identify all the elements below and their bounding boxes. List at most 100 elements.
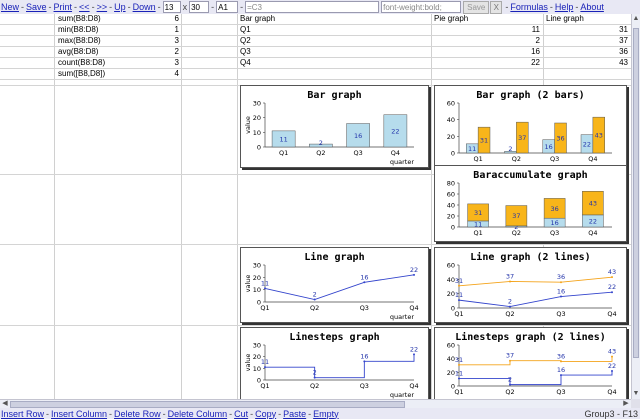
close-button[interactable]: X (490, 0, 503, 14)
point-value-label: 43 (608, 348, 616, 356)
cell-address-input[interactable] (216, 1, 239, 13)
value-cell[interactable]: 43 (560, 58, 628, 68)
column-divider (181, 14, 182, 399)
header-cell[interactable]: Line graph (546, 14, 626, 24)
bar-value-label: 37 (518, 134, 526, 142)
y-tick-label: 20 (447, 133, 455, 141)
value-cell[interactable]: 11 (470, 25, 540, 35)
x-tick-label: Q1 (473, 229, 482, 237)
help-link[interactable]: Help (554, 2, 575, 12)
formula-value-cell[interactable]: 2 (150, 47, 179, 57)
y-tick-label: 30 (253, 100, 261, 108)
bar-value-label: 11 (468, 145, 476, 153)
x-axis-label: quarter (390, 313, 414, 321)
formula-value-cell[interactable]: 6 (150, 14, 179, 24)
save-button[interactable]: Save (463, 0, 490, 14)
about-link[interactable]: About (579, 2, 605, 12)
style-input[interactable] (381, 1, 462, 13)
scroll-down-arrow-icon[interactable]: ▼ (632, 390, 640, 398)
copy-link[interactable]: Copy (254, 409, 277, 419)
down-link[interactable]: Down (132, 2, 157, 12)
quarter-cell[interactable]: Q4 (240, 58, 300, 68)
x-tick-label: Q3 (353, 149, 362, 157)
value-cell[interactable]: 37 (560, 36, 628, 46)
y-tick-label: 40 (447, 355, 455, 363)
cut-link[interactable]: Cut (233, 409, 249, 419)
y-tick-label: 20 (253, 274, 261, 282)
y-tick-label: 0 (451, 150, 455, 158)
point-value-label: 16 (360, 273, 368, 281)
y-tick-label: 40 (447, 116, 455, 124)
last-page-link[interactable]: >> (96, 2, 109, 12)
header-cell[interactable]: Pie graph (434, 14, 534, 24)
data-point (264, 287, 266, 290)
insert-column-link[interactable]: Insert Column (50, 409, 108, 419)
data-point (363, 360, 366, 363)
scroll-left-arrow-icon[interactable]: ◀ (1, 400, 9, 408)
vertical-scroll-thumb[interactable] (633, 28, 639, 358)
value-cell[interactable]: 31 (560, 25, 628, 35)
up-link[interactable]: Up (113, 2, 127, 12)
delete-row-link[interactable]: Delete Row (113, 409, 162, 419)
quarter-cell[interactable]: Q3 (240, 47, 300, 57)
insert-row-link[interactable]: Insert Row (0, 409, 45, 419)
point-value-label: 22 (410, 266, 418, 274)
cols-input[interactable] (189, 1, 210, 13)
y-tick-label: 10 (253, 365, 261, 373)
formula-value-cell[interactable]: 3 (150, 36, 179, 46)
empty-link[interactable]: Empty (312, 409, 340, 419)
x-tick-label: Q4 (607, 310, 616, 318)
point-value-label: 16 (557, 288, 565, 296)
formula-value-cell[interactable]: 1 (150, 25, 179, 35)
series-line (459, 356, 613, 366)
formula-value-cell[interactable]: 3 (150, 58, 179, 68)
vertical-scrollbar[interactable]: ▲ ▼ (631, 14, 640, 399)
value-cell[interactable]: 2 (470, 36, 540, 46)
toolbar-separator: - (211, 2, 215, 12)
print-link[interactable]: Print (53, 2, 74, 12)
save-link[interactable]: Save (25, 2, 48, 12)
bar-value-label: 43 (595, 132, 603, 140)
x-tick-label: Q2 (505, 388, 514, 396)
data-point (264, 366, 266, 369)
first-page-link[interactable]: << (78, 2, 91, 12)
point-value-label: 31 (455, 356, 463, 364)
quarter-cell[interactable]: Q2 (240, 36, 300, 46)
series-line (458, 291, 613, 308)
paste-link[interactable]: Paste (282, 409, 307, 419)
y-axis-label: value (244, 116, 252, 134)
line-graph-2-lines-svg: Line graph (2 lines)0204060Q1 Q2 Q3 Q411216… (447, 251, 617, 318)
y-tick-label: 0 (257, 144, 261, 152)
bottom-toolbar: Insert Row - Insert Column - Delete Row … (0, 408, 640, 419)
new-link[interactable]: New (0, 2, 20, 12)
value-cell[interactable]: 36 (560, 47, 628, 57)
rows-input[interactable] (162, 1, 181, 13)
bar-value-label: 31 (474, 209, 482, 217)
data-point (560, 295, 562, 298)
formula-input[interactable] (245, 1, 380, 13)
x-tick-label: Q2 (505, 310, 514, 318)
data-point (509, 359, 511, 362)
header-cell[interactable]: Bar graph (240, 14, 420, 24)
formulas-link[interactable]: Formulas (509, 2, 549, 12)
x-tick-label: Q4 (607, 388, 616, 396)
y-tick-label: 10 (253, 286, 261, 294)
bar-value-label: 22 (391, 127, 399, 135)
scroll-up-arrow-icon[interactable]: ▲ (632, 15, 640, 23)
horizontal-scroll-thumb[interactable] (10, 401, 405, 408)
spreadsheet-grid[interactable]: sum(B8:D8) min(B8:D8) max(B8:D8) avg(B8:… (0, 14, 631, 399)
delete-column-link[interactable]: Delete Column (167, 409, 229, 419)
scroll-right-arrow-icon[interactable]: ▶ (622, 400, 630, 408)
x-tick-label: Q2 (512, 155, 521, 163)
quarter-cell[interactable]: Q1 (240, 25, 300, 35)
chart-title: Baraccumulate graph (473, 170, 587, 181)
point-value-label: 22 (410, 345, 418, 353)
point-value-label: 36 (557, 273, 565, 281)
formula-value-cell[interactable]: 4 (150, 69, 179, 79)
bar-graph-chart: Bar graph 0 10 20 30 value quarter Q1 Q2 Q3 Q4 11 2 1… (240, 85, 429, 168)
series-line (458, 276, 613, 287)
x-tick-label: Q4 (391, 149, 400, 157)
value-cell[interactable]: 16 (470, 47, 540, 57)
column-divider (431, 14, 432, 399)
value-cell[interactable]: 22 (470, 58, 540, 68)
